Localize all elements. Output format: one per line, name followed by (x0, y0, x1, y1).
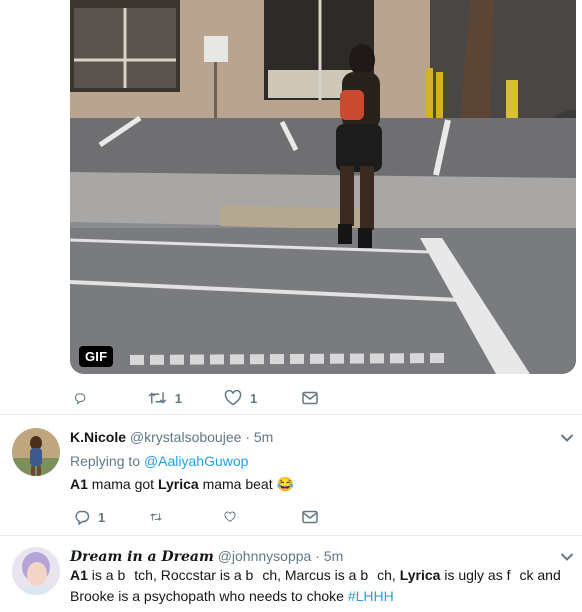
retweet-button[interactable]: 1 (148, 390, 182, 406)
tweet-actions: 1 (74, 506, 372, 528)
like-button[interactable]: 1 (224, 390, 258, 406)
timestamp[interactable]: 5m (324, 548, 343, 564)
street-scene-image (70, 0, 576, 374)
envelope-icon (302, 391, 318, 405)
retweet-icon (150, 513, 162, 521)
display-name[interactable]: K.Nicole (70, 429, 126, 445)
reply-count: 1 (98, 509, 106, 525)
tweet-header: Dream in a Dream @johnnysoppa · 5m (70, 548, 344, 565)
gif-badge: GIF (79, 346, 114, 367)
tweet-text-line-1: A1 is a b tch, Roccstar is a b ch, Marcus … (70, 567, 561, 583)
chevron-down-icon[interactable] (560, 433, 574, 443)
reply-context: Replying to @AaliyahGuwop (70, 453, 249, 469)
username[interactable]: @johnnysoppa (218, 548, 312, 564)
direct-message-button[interactable] (302, 510, 318, 524)
gif-media[interactable] (70, 0, 576, 374)
avatar-photo-k-nicole (12, 428, 60, 476)
media-tweet-actions: 1 1 (74, 387, 372, 409)
reply-button[interactable]: 1 (74, 509, 108, 525)
heart-icon (224, 511, 236, 522)
tears-of-joy-emoji: 😂 (276, 476, 294, 492)
tweet-text-line-2: Brooke is a psychopath who needs to chok… (70, 588, 394, 604)
reply-icon (75, 510, 90, 525)
username[interactable]: @krystalsoboujee (130, 429, 242, 445)
avatar[interactable] (12, 428, 60, 476)
timestamp[interactable]: 5m (254, 429, 273, 445)
divider (0, 535, 582, 536)
retweet-icon (148, 392, 167, 404)
hashtag-link[interactable]: #LHHH (348, 588, 394, 604)
envelope-icon (302, 510, 318, 524)
reply-button[interactable] (74, 390, 94, 406)
retweet-count: 1 (174, 390, 182, 406)
tweet-header: K.Nicole @krystalsoboujee · 5m (70, 429, 274, 445)
retweet-button[interactable] (150, 509, 170, 525)
divider (0, 414, 582, 415)
reply-icon (75, 393, 86, 405)
direct-message-button[interactable] (302, 391, 318, 405)
display-name[interactable]: Dream in a Dream (70, 549, 214, 565)
like-count: 1 (250, 390, 258, 406)
avatar[interactable] (12, 547, 60, 595)
chevron-down-icon[interactable] (560, 552, 574, 562)
heart-icon (224, 390, 242, 406)
avatar-photo-dream (12, 547, 60, 595)
tweet-text: A1 mama got Lyrica mama beat 😂 (70, 476, 294, 492)
replying-to-link[interactable]: @AaliyahGuwop (144, 453, 249, 469)
like-button[interactable] (224, 509, 244, 525)
